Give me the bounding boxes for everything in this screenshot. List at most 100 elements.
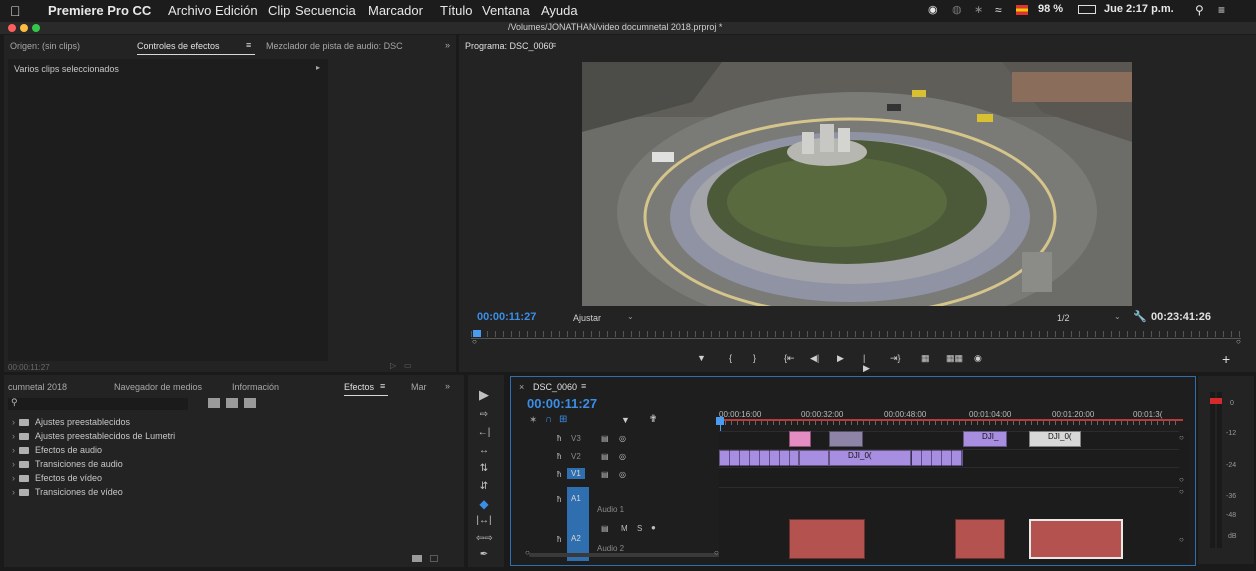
bluetooth-icon[interactable]: ∗ — [974, 3, 983, 16]
menu-secuencia[interactable]: Secuencia — [295, 3, 356, 18]
video-clips-v2-group-2[interactable] — [911, 450, 963, 466]
wifi-icon[interactable]: ≈ — [995, 3, 1002, 17]
eye-icon[interactable]: ◎ — [619, 452, 626, 461]
sync-lock-icon[interactable]: ▤ — [601, 452, 609, 461]
track-v2-label[interactable]: V2 — [571, 452, 581, 461]
tab-source[interactable]: Origen: (sin clips) — [10, 41, 80, 51]
delete-icon[interactable] — [430, 555, 438, 562]
scroll-handle-icon[interactable]: ○ — [1179, 475, 1184, 484]
lift-icon[interactable]: ▦ — [921, 353, 930, 364]
play-icon[interactable]: ▶ — [837, 353, 844, 364]
list-item-audio-transitions[interactable]: › Transiciones de audio — [12, 459, 123, 469]
minimize-window-button[interactable] — [20, 24, 28, 32]
go-to-in-icon[interactable]: {⇤ — [784, 353, 795, 364]
close-sequence-icon[interactable]: × — [519, 382, 524, 392]
wrench-icon[interactable]: 🔧 — [1133, 310, 1147, 323]
lock-icon[interactable]: ћ — [557, 470, 561, 479]
tab-effect-controls[interactable]: Controles de efectos — [137, 41, 220, 51]
expand-caret-icon[interactable]: › — [12, 487, 15, 497]
list-item-presets[interactable]: › Ajustes preestablecidos — [12, 417, 130, 427]
tab-markers[interactable]: Mar — [411, 382, 427, 392]
snap-icon[interactable]: ✶ — [529, 415, 537, 426]
timeline-timecode[interactable]: 00:00:11:27 — [527, 396, 597, 411]
video-clip-pink[interactable] — [789, 431, 811, 447]
list-item-audio-effects[interactable]: › Efectos de audio — [12, 445, 102, 455]
32bit-effects-icon[interactable] — [226, 398, 238, 408]
program-title[interactable]: Programa: DSC_0060 — [465, 41, 554, 51]
mark-out-icon[interactable]: } — [753, 353, 756, 363]
tab-effects[interactable]: Efectos — [344, 382, 374, 392]
ripple-edit-tool-icon[interactable]: ←| — [476, 427, 492, 441]
eye-icon[interactable]: ◎ — [619, 434, 626, 443]
scroll-handle-icon[interactable]: ○ — [1179, 433, 1184, 442]
tab-audio-track-mixer[interactable]: Mezclador de pista de audio: DSC — [266, 41, 403, 51]
timeline-playhead-handle[interactable] — [716, 417, 724, 425]
menu-edicion[interactable]: Edición — [215, 3, 258, 18]
program-video-frame[interactable] — [582, 62, 1132, 306]
expand-arrow-icon[interactable]: ▸ — [316, 63, 320, 72]
video-clip-v3[interactable] — [829, 431, 863, 447]
more-tabs-icon-2[interactable]: » — [445, 381, 450, 391]
video-clip-v2[interactable] — [799, 450, 829, 466]
button-editor-plus-icon[interactable]: + — [1222, 351, 1230, 367]
zoom-handle-right[interactable]: ○ — [1236, 337, 1241, 346]
scroll-left-handle[interactable]: ○ — [525, 548, 530, 557]
more-tabs-icon[interactable]: » — [445, 40, 450, 50]
step-forward-icon[interactable]: |▶ — [863, 353, 870, 374]
yuv-effects-icon[interactable] — [244, 398, 256, 408]
step-back-icon[interactable]: ◀| — [810, 353, 819, 364]
program-ruler[interactable] — [471, 331, 1241, 337]
expand-caret-icon[interactable]: › — [12, 473, 15, 483]
menu-marcador[interactable]: Marcador — [368, 3, 423, 18]
video-clip-v2-dji[interactable]: DJI_0( — [829, 450, 911, 466]
selection-tool-icon[interactable]: ▶ — [476, 387, 492, 402]
zoom-window-button[interactable] — [32, 24, 40, 32]
video-clip-v3-dji-2[interactable]: DJI_0( — [1029, 431, 1081, 447]
export-frame-camera-icon[interactable]: ◉ — [974, 353, 982, 364]
magnet-icon[interactable]: ∩ — [545, 414, 552, 425]
tab-media-browser[interactable]: Navegador de medios — [114, 382, 202, 392]
rate-stretch-tool-icon[interactable]: ⇅ — [476, 463, 492, 477]
rolling-edit-tool-icon[interactable]: ↔ — [476, 445, 492, 459]
filter-icon[interactable]: ▷ — [390, 361, 396, 370]
tab-project[interactable]: cumnetal 2018 — [8, 382, 67, 392]
list-item-video-effects[interactable]: › Efectos de vídeo — [12, 473, 102, 483]
sequence-menu-icon[interactable]: ≡ — [581, 381, 586, 391]
menu-archivo[interactable]: Archivo — [168, 3, 211, 18]
app-name-menu[interactable]: Premiere Pro CC — [48, 3, 151, 18]
creative-cloud-icon[interactable]: ◉ — [928, 3, 938, 16]
sync-lock-icon[interactable]: ▤ — [601, 470, 609, 479]
menu-ventana[interactable]: Ventana — [482, 3, 530, 18]
program-playhead[interactable] — [473, 330, 481, 337]
menu-ayuda[interactable]: Ayuda — [541, 3, 578, 18]
track-v3-label[interactable]: V3 — [571, 434, 581, 443]
notification-center-icon[interactable]: ≡ — [1218, 3, 1225, 17]
microphone-icon[interactable]: ● — [651, 523, 656, 532]
track-v1-label[interactable]: V1 — [567, 468, 585, 479]
effects-search-input[interactable]: ⚲ — [8, 397, 188, 410]
timeline-horizontal-scrollbar[interactable] — [529, 553, 719, 557]
expand-caret-icon[interactable]: › — [12, 459, 15, 469]
timeline-settings-wrench-icon[interactable]: ✟ — [649, 414, 657, 425]
video-clips-v2-group[interactable] — [719, 450, 799, 466]
spotlight-search-icon[interactable]: ⚲ — [1195, 3, 1204, 17]
audio-clip-a2[interactable] — [789, 519, 865, 559]
resolution-chevron-down-icon[interactable]: ⌄ — [1114, 312, 1121, 321]
mute-button[interactable]: M — [621, 524, 628, 533]
lock-icon[interactable]: ћ — [557, 434, 561, 443]
audio-clip-a2-2[interactable] — [955, 519, 1005, 559]
user-icon[interactable]: ◍ — [952, 3, 962, 16]
expand-caret-icon[interactable]: › — [12, 417, 15, 427]
flag-icon[interactable] — [1016, 5, 1028, 15]
track-area[interactable]: DJI_ DJI_0( DJI_0( ○ ○ ○ ○ — [719, 431, 1189, 563]
timeline-ruler[interactable]: 00:00:16:00 00:00:32:00 00:00:48:00 00:0… — [719, 403, 1183, 425]
lock-icon[interactable]: ћ — [557, 495, 561, 504]
scroll-right-handle[interactable]: ○ — [714, 548, 719, 557]
close-window-button[interactable] — [8, 24, 16, 32]
track-a2-label[interactable]: A2 — [571, 534, 581, 543]
sync-lock-icon[interactable]: ▤ — [601, 434, 609, 443]
battery-percent[interactable]: 98 % — [1038, 3, 1063, 15]
extract-icon[interactable]: ▦▦ — [946, 353, 963, 364]
timeline-marker-icon[interactable]: ▼ — [621, 415, 630, 425]
list-item-lumetri-presets[interactable]: › Ajustes preestablecidos de Lumetri — [12, 431, 175, 441]
